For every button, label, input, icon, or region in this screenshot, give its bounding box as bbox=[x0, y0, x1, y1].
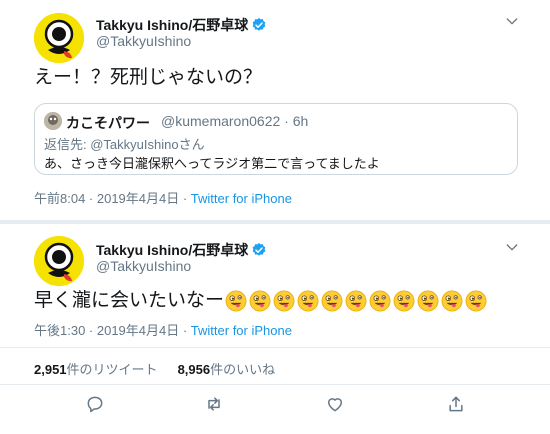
winking-tongue-emoji bbox=[369, 290, 391, 312]
winking-tongue-emoji bbox=[249, 290, 271, 312]
user-handle[interactable]: @TakkyuIshino bbox=[96, 258, 191, 274]
like-icon[interactable] bbox=[325, 394, 345, 414]
quoted-handle-time: @kumemaron0622 · 6h bbox=[161, 113, 309, 129]
quoted-display-name: カこそパワー bbox=[66, 115, 150, 131]
winking-tongue-emoji bbox=[273, 290, 295, 312]
tweet-text-body: 早く瀧に会いたいなー bbox=[34, 290, 225, 311]
chevron-down-icon[interactable] bbox=[504, 13, 520, 29]
likes-count: 8,956 bbox=[177, 362, 211, 377]
timestamp[interactable]: 午後1:30 · 2019年4月4日 · bbox=[34, 323, 191, 338]
timestamp-line: 午前8:04 · 2019年4月4日 · Twitter for iPhone bbox=[34, 188, 292, 207]
winking-tongue-emoji bbox=[321, 290, 343, 312]
tweet-text: えー！？死刑じゃないの？ bbox=[34, 67, 263, 88]
stats-divider-top bbox=[0, 347, 550, 348]
retweets-label: 件のリツイート bbox=[66, 362, 158, 377]
likes-stat[interactable]: 8,956件のいいね bbox=[178, 362, 276, 377]
action-bar bbox=[0, 394, 550, 416]
avatar[interactable] bbox=[34, 236, 84, 286]
chevron-down-icon[interactable] bbox=[504, 239, 520, 255]
quoted-tweet[interactable]: カこそパワー @kumemaron0622 · 6h 返信先: @TakkyuI… bbox=[34, 103, 518, 175]
retweet-icon[interactable] bbox=[204, 394, 224, 414]
source-link[interactable]: Twitter for iPhone bbox=[191, 323, 292, 338]
reply-icon[interactable] bbox=[85, 394, 105, 414]
source-link[interactable]: Twitter for iPhone bbox=[191, 191, 292, 206]
timestamp-line: 午後1:30 · 2019年4月4日 · Twitter for iPhone bbox=[34, 320, 292, 339]
winking-tongue-emoji bbox=[441, 290, 463, 312]
quoted-text: あ、さっき今日瀧保釈へってラジオ第二で言ってましたよ bbox=[44, 156, 380, 171]
tweet-1[interactable]: Takkyu Ishino/石野卓球 @TakkyuIshino えー！？死刑じ… bbox=[0, 0, 550, 220]
reply-prefix: 返信先: bbox=[44, 137, 91, 152]
stats-divider-bottom bbox=[0, 384, 550, 385]
user-handle[interactable]: @TakkyuIshino bbox=[96, 33, 191, 49]
quoted-avatar bbox=[44, 112, 62, 130]
winking-tongue-emoji bbox=[465, 290, 487, 312]
reply-mention[interactable]: @TakkyuIshino bbox=[90, 137, 178, 152]
verified-icon bbox=[252, 243, 266, 256]
display-name[interactable]: Takkyu Ishino/石野卓球 bbox=[96, 240, 248, 260]
winking-tongue-emoji bbox=[225, 290, 247, 312]
display-name[interactable]: Takkyu Ishino/石野卓球 bbox=[96, 15, 248, 35]
retweets-count: 2,951 bbox=[34, 362, 67, 377]
reply-suffix: さん bbox=[178, 137, 205, 152]
share-icon[interactable] bbox=[446, 394, 466, 414]
verified-icon bbox=[252, 18, 266, 31]
winking-tongue-emoji bbox=[393, 290, 415, 312]
emoji-row bbox=[225, 290, 489, 312]
winking-tongue-emoji bbox=[417, 290, 439, 312]
likes-label: 件のいいね bbox=[210, 362, 276, 377]
avatar[interactable] bbox=[34, 13, 84, 63]
tweet-text: 早く瀧に会いたいなー bbox=[34, 285, 489, 312]
tweet-2[interactable]: Takkyu Ishino/石野卓球 @TakkyuIshino 早く瀧に会いた… bbox=[0, 224, 550, 434]
timestamp[interactable]: 午前8:04 · 2019年4月4日 · bbox=[34, 191, 191, 206]
retweets-stat[interactable]: 2,951件のリツイート bbox=[34, 362, 158, 377]
engagement-stats: 2,951件のリツイート 8,956件のいいね bbox=[34, 359, 275, 378]
winking-tongue-emoji bbox=[345, 290, 367, 312]
reply-to-line: 返信先: @TakkyuIshinoさん bbox=[44, 134, 205, 153]
winking-tongue-emoji bbox=[297, 290, 319, 312]
